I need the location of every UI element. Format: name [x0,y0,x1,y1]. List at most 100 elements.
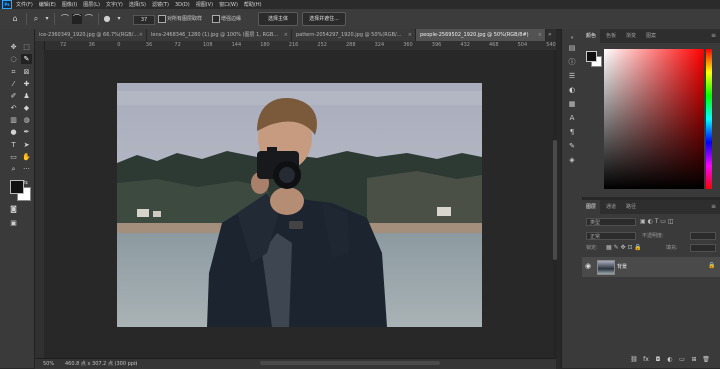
opacity-field[interactable] [690,232,716,240]
adjustment-layer-icon[interactable]: ◐ [666,356,674,364]
visibility-eye-icon[interactable]: ◉ [585,262,591,270]
blend-mode-select[interactable]: 正常 [586,232,636,240]
path-select-icon[interactable]: ➤ [21,140,32,150]
filter-icons[interactable]: ▣ ◐ T ▭ ◫ [640,218,674,225]
menu-layer[interactable]: 图层(L) [83,1,100,8]
quick-select-preset-icon[interactable]: ⌕ [31,14,41,24]
close-icon[interactable]: × [284,29,288,41]
menu-file[interactable]: 文件(F) [16,1,33,8]
quick-mask-icon[interactable]: ◙ [8,205,19,214]
fx-icon[interactable]: fx [642,356,650,364]
close-icon[interactable]: × [139,29,143,41]
libraries-icon[interactable]: ▦ [567,99,577,109]
add-selection-icon[interactable]: ⌒ [72,14,82,24]
eyedropper-icon[interactable]: ⁄ [8,79,19,89]
menu-select[interactable]: 选择(S) [129,1,146,8]
lasso-icon[interactable]: ◌ [8,54,19,64]
color-picker-field[interactable] [604,49,704,189]
quick-select-icon[interactable]: ✎ [21,54,32,64]
edit-toolbar-icon[interactable]: ··· [21,164,32,174]
chevron-down-icon[interactable]: ▾ [42,14,52,24]
brush-icon[interactable]: ✐ [8,91,19,101]
group-icon[interactable]: ▭ [678,356,686,364]
zoom-icon[interactable]: ⌕ [8,164,19,174]
heal-icon[interactable]: ✚ [21,79,32,89]
new-layer-icon[interactable]: ⊞ [690,356,698,364]
pen-icon[interactable]: ✒ [21,127,32,137]
layer-filter-kind[interactable]: 类型 [586,218,636,226]
tab-gradients[interactable]: 渐变 [622,29,640,43]
close-icon[interactable]: × [538,29,542,41]
sample-all-layers-checkbox[interactable] [158,15,166,23]
tab-patterns[interactable]: 图案 [642,29,660,43]
close-icon[interactable]: × [408,29,412,41]
dodge-icon[interactable]: ● [8,127,19,137]
scroll-thumb[interactable] [553,140,557,260]
menu-3d[interactable]: 3D(D) [175,2,190,8]
tab-layers[interactable]: 图层 [582,200,601,214]
foreground-color-swatch[interactable] [10,180,24,194]
history-icon[interactable]: ▤ [567,43,577,53]
add-mask-icon[interactable]: ◘ [654,356,662,364]
tab-ice[interactable]: ice-2360349_1920.jpg @ 66.7%(RGB/... × [35,29,147,41]
document-image[interactable] [117,83,482,327]
tab-paths[interactable]: 路径 [622,200,640,214]
trash-icon[interactable]: 🗑 [702,356,710,364]
brush-size-field[interactable]: 37 [133,15,155,25]
select-and-mask-button[interactable]: 选择并遮住... [302,12,346,26]
tab-lens[interactable]: lens-2468346_1280 (1).jpg @ 100% (图层 1, … [147,29,292,41]
tab-people[interactable]: people-2569502_1920.jpg @ 50%(RGB/8#) × [416,29,546,41]
blur-icon[interactable]: ◍ [21,115,32,125]
tab-color[interactable]: 颜色 [582,29,601,43]
menu-help[interactable]: 帮助(H) [244,1,262,8]
panel-menu-icon[interactable]: ≡ [711,200,716,214]
horizontal-scroll-thumb[interactable] [260,361,440,365]
fill-field[interactable] [690,244,716,252]
subtract-selection-icon[interactable]: ⌒ [84,14,94,24]
adjustments-icon[interactable]: ◐ [567,85,577,95]
paragraph-icon[interactable]: ¶ [567,127,577,137]
type-icon[interactable]: T [8,140,19,150]
menu-filter[interactable]: 滤镜(T) [152,1,169,8]
home-icon[interactable]: ⌂ [10,14,20,24]
brushes-icon[interactable]: ✎ [567,141,577,151]
panel-menu-icon[interactable]: ≡ [711,29,716,43]
tab-pattern[interactable]: pattern-2054297_1920.jpg @ 50%(RGB/... × [292,29,416,41]
menu-edit[interactable]: 编辑(E) [39,1,56,8]
menu-image[interactable]: 图像(I) [62,1,77,8]
info-icon[interactable]: ⓘ [567,57,577,67]
frame-icon[interactable]: ⊠ [21,67,32,77]
tab-channels[interactable]: 通道 [602,200,620,214]
styles-icon[interactable]: ◈ [567,155,577,165]
properties-icon[interactable]: ☰ [567,71,577,81]
crop-icon[interactable]: ⌗ [8,67,19,77]
hue-slider[interactable] [706,49,712,189]
link-layers-icon[interactable]: ⛓ [630,356,638,364]
character-icon[interactable]: A [567,113,577,123]
enhance-edge-checkbox[interactable] [212,15,220,23]
tab-swatches[interactable]: 色板 [602,29,620,43]
collapse-icon[interactable]: « [567,33,577,43]
history-brush-icon[interactable]: ↶ [8,103,19,113]
marquee-icon[interactable]: ⬚ [21,42,32,52]
select-subject-button[interactable]: 选择主体 [258,12,298,26]
shape-icon[interactable]: ▭ [8,152,19,162]
move-icon[interactable]: ✥ [8,42,19,52]
menu-type[interactable]: 文字(Y) [106,1,123,8]
menu-window[interactable]: 窗口(W) [219,1,238,8]
layer-row[interactable]: ◉ 背景 🔒 [582,257,720,277]
stamp-icon[interactable]: ♟ [21,91,32,101]
more-tabs-icon[interactable]: » [548,29,552,41]
eraser-icon[interactable]: ◆ [21,103,32,113]
fg-color-chip[interactable] [586,51,597,62]
screen-mode-icon[interactable]: ▣ [8,219,19,228]
brush-preset-icon[interactable]: ● [102,14,112,24]
layer-name[interactable]: 背景 [617,257,627,277]
hand-icon[interactable]: ✋ [21,152,32,162]
menu-view[interactable]: 视图(V) [196,1,213,8]
new-selection-icon[interactable]: ⌒ [60,14,70,24]
gradient-icon[interactable]: ▥ [8,115,19,125]
chevron-down-icon[interactable]: ▾ [114,14,124,24]
vertical-scrollbar[interactable] [553,50,557,358]
canvas-area[interactable] [44,50,556,358]
